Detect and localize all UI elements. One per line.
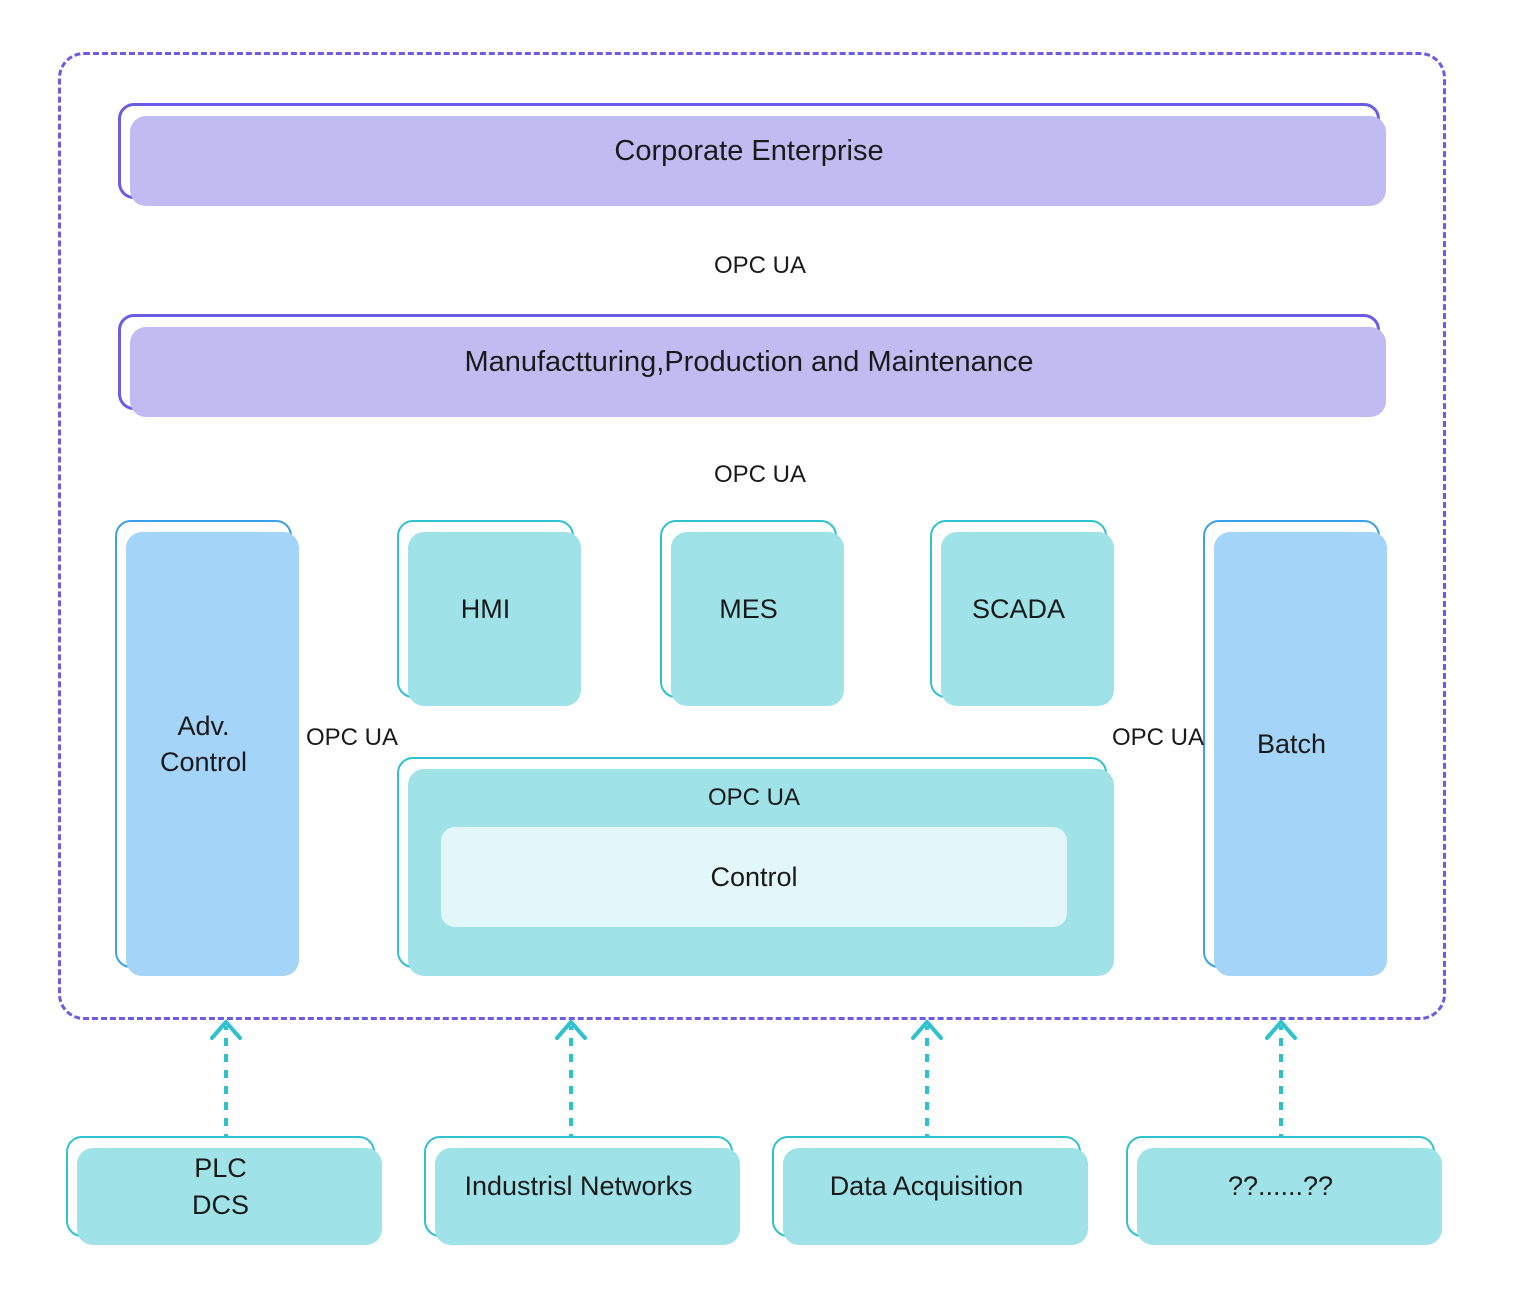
field-device-label: Data Acquisition	[829, 1171, 1024, 1202]
arrow-data-acquisition	[897, 1012, 957, 1142]
scada-box[interactable]: SCADA	[930, 520, 1114, 706]
field-device-data-acquisition[interactable]: Data Acquisition	[772, 1136, 1088, 1245]
batch-label: Batch	[1256, 728, 1327, 759]
opc-ua-label-adv-control: OPC UA	[306, 724, 399, 751]
opc-ua-label-manufacturing-operations: OPC UA	[713, 461, 806, 488]
field-device-label: ??......??	[1227, 1171, 1334, 1202]
control-container-box[interactable]: OPC UA Control	[397, 757, 1114, 976]
field-device-label: Industrisl Networks	[464, 1171, 693, 1202]
field-device-unknown[interactable]: ??......??	[1126, 1136, 1442, 1245]
adv-control-box[interactable]: Adv. Control	[115, 520, 299, 976]
arrow-unknown-devices	[1251, 1012, 1311, 1142]
field-device-plc-dcs[interactable]: PLC DCS	[66, 1136, 382, 1245]
mes-box[interactable]: MES	[660, 520, 844, 706]
arrow-plc-dcs	[196, 1012, 256, 1142]
scada-label: SCADA	[971, 593, 1066, 624]
opc-ua-label-batch: OPC UA	[1112, 724, 1205, 751]
corporate-enterprise-box[interactable]: Corporate Enterprise	[118, 103, 1386, 206]
arrow-industrial-networks	[541, 1012, 601, 1142]
field-device-industrial-networks[interactable]: Industrisl Networks	[424, 1136, 740, 1245]
corporate-enterprise-label: Corporate Enterprise	[614, 134, 884, 167]
hmi-label: HMI	[460, 593, 511, 624]
control-band[interactable]: Control	[441, 827, 1067, 927]
mes-label: MES	[719, 593, 778, 624]
batch-box[interactable]: Batch	[1203, 520, 1387, 976]
manufacturing-production-maintenance-label: Manufactturing,Production and Maintenanc…	[464, 345, 1034, 378]
control-label: Control	[710, 861, 798, 892]
opc-ua-label-corporate-manufacturing: OPC UA	[713, 252, 806, 279]
manufacturing-production-maintenance-box[interactable]: Manufactturing,Production and Maintenanc…	[118, 314, 1386, 417]
opc-ua-label-control-top: OPC UA	[707, 784, 800, 811]
adv-control-label: Adv. Control	[159, 710, 248, 777]
field-device-label: PLC DCS	[191, 1153, 249, 1220]
diagram-canvas: Corporate Enterprise OPC UA Manufactturi…	[0, 0, 1520, 1308]
hmi-box[interactable]: HMI	[397, 520, 581, 706]
